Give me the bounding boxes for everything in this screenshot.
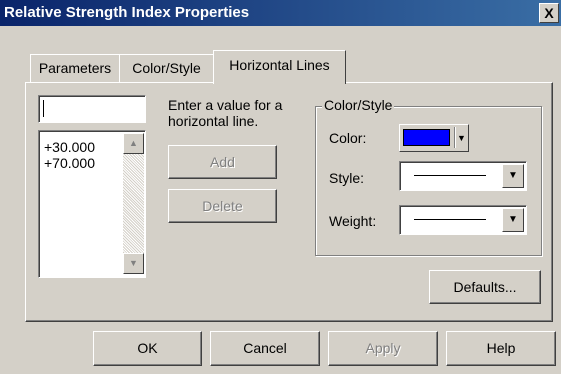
line-weight-preview	[414, 219, 486, 220]
apply-button[interactable]: Apply	[328, 331, 438, 366]
tab-color-style[interactable]: Color/Style	[119, 54, 214, 82]
weight-dropdown-button[interactable]: ▼	[502, 208, 524, 232]
properties-dialog: Relative Strength Index Properties X Par…	[0, 0, 561, 374]
chevron-down-icon: ▼	[508, 170, 518, 181]
color-swatch	[403, 129, 450, 146]
list-item[interactable]: +70.000	[44, 155, 95, 171]
scroll-down-button[interactable]: ▼	[123, 253, 144, 274]
dropdown-arrow-icon: ▼	[457, 133, 466, 143]
color-style-group-title: Color/Style	[322, 97, 395, 114]
window-title: Relative Strength Index Properties	[4, 4, 250, 21]
instruction-line-2: horizontal line.	[168, 113, 259, 129]
defaults-button[interactable]: Defaults...	[429, 270, 541, 304]
weight-label: Weight:	[329, 213, 377, 229]
tab-horizontal-lines[interactable]: Horizontal Lines	[213, 50, 346, 84]
list-scrollbar[interactable]: ▲ ▼	[123, 133, 144, 274]
instruction-line-1: Enter a value for a	[168, 97, 283, 113]
arrow-down-icon: ▼	[129, 258, 138, 268]
style-dropdown-button[interactable]: ▼	[502, 164, 524, 188]
list-item[interactable]: +30.000	[44, 139, 95, 155]
close-icon: X	[544, 5, 554, 21]
style-select[interactable]: ▼	[399, 161, 527, 191]
scroll-up-button[interactable]: ▲	[123, 133, 144, 154]
title-bar[interactable]: Relative Strength Index Properties X	[0, 0, 561, 26]
chevron-down-icon: ▼	[508, 214, 518, 225]
ok-button[interactable]: OK	[93, 331, 202, 366]
style-label: Style:	[329, 170, 365, 186]
tab-parameters[interactable]: Parameters	[30, 54, 120, 82]
value-input[interactable]	[38, 95, 146, 123]
horizontal-lines-list[interactable]: +30.000 +70.000 ▲ ▼	[38, 130, 146, 278]
color-label: Color:	[329, 130, 367, 146]
add-button[interactable]: Add	[168, 145, 277, 179]
cancel-button[interactable]: Cancel	[210, 331, 320, 366]
arrow-up-icon: ▲	[129, 138, 138, 148]
color-picker-button[interactable]: ▼	[399, 124, 469, 152]
delete-button[interactable]: Delete	[168, 189, 277, 223]
text-caret	[43, 100, 44, 117]
help-button[interactable]: Help	[446, 331, 556, 366]
line-style-preview	[414, 175, 486, 176]
weight-select[interactable]: ▼	[399, 205, 527, 235]
close-button[interactable]: X	[539, 3, 559, 23]
